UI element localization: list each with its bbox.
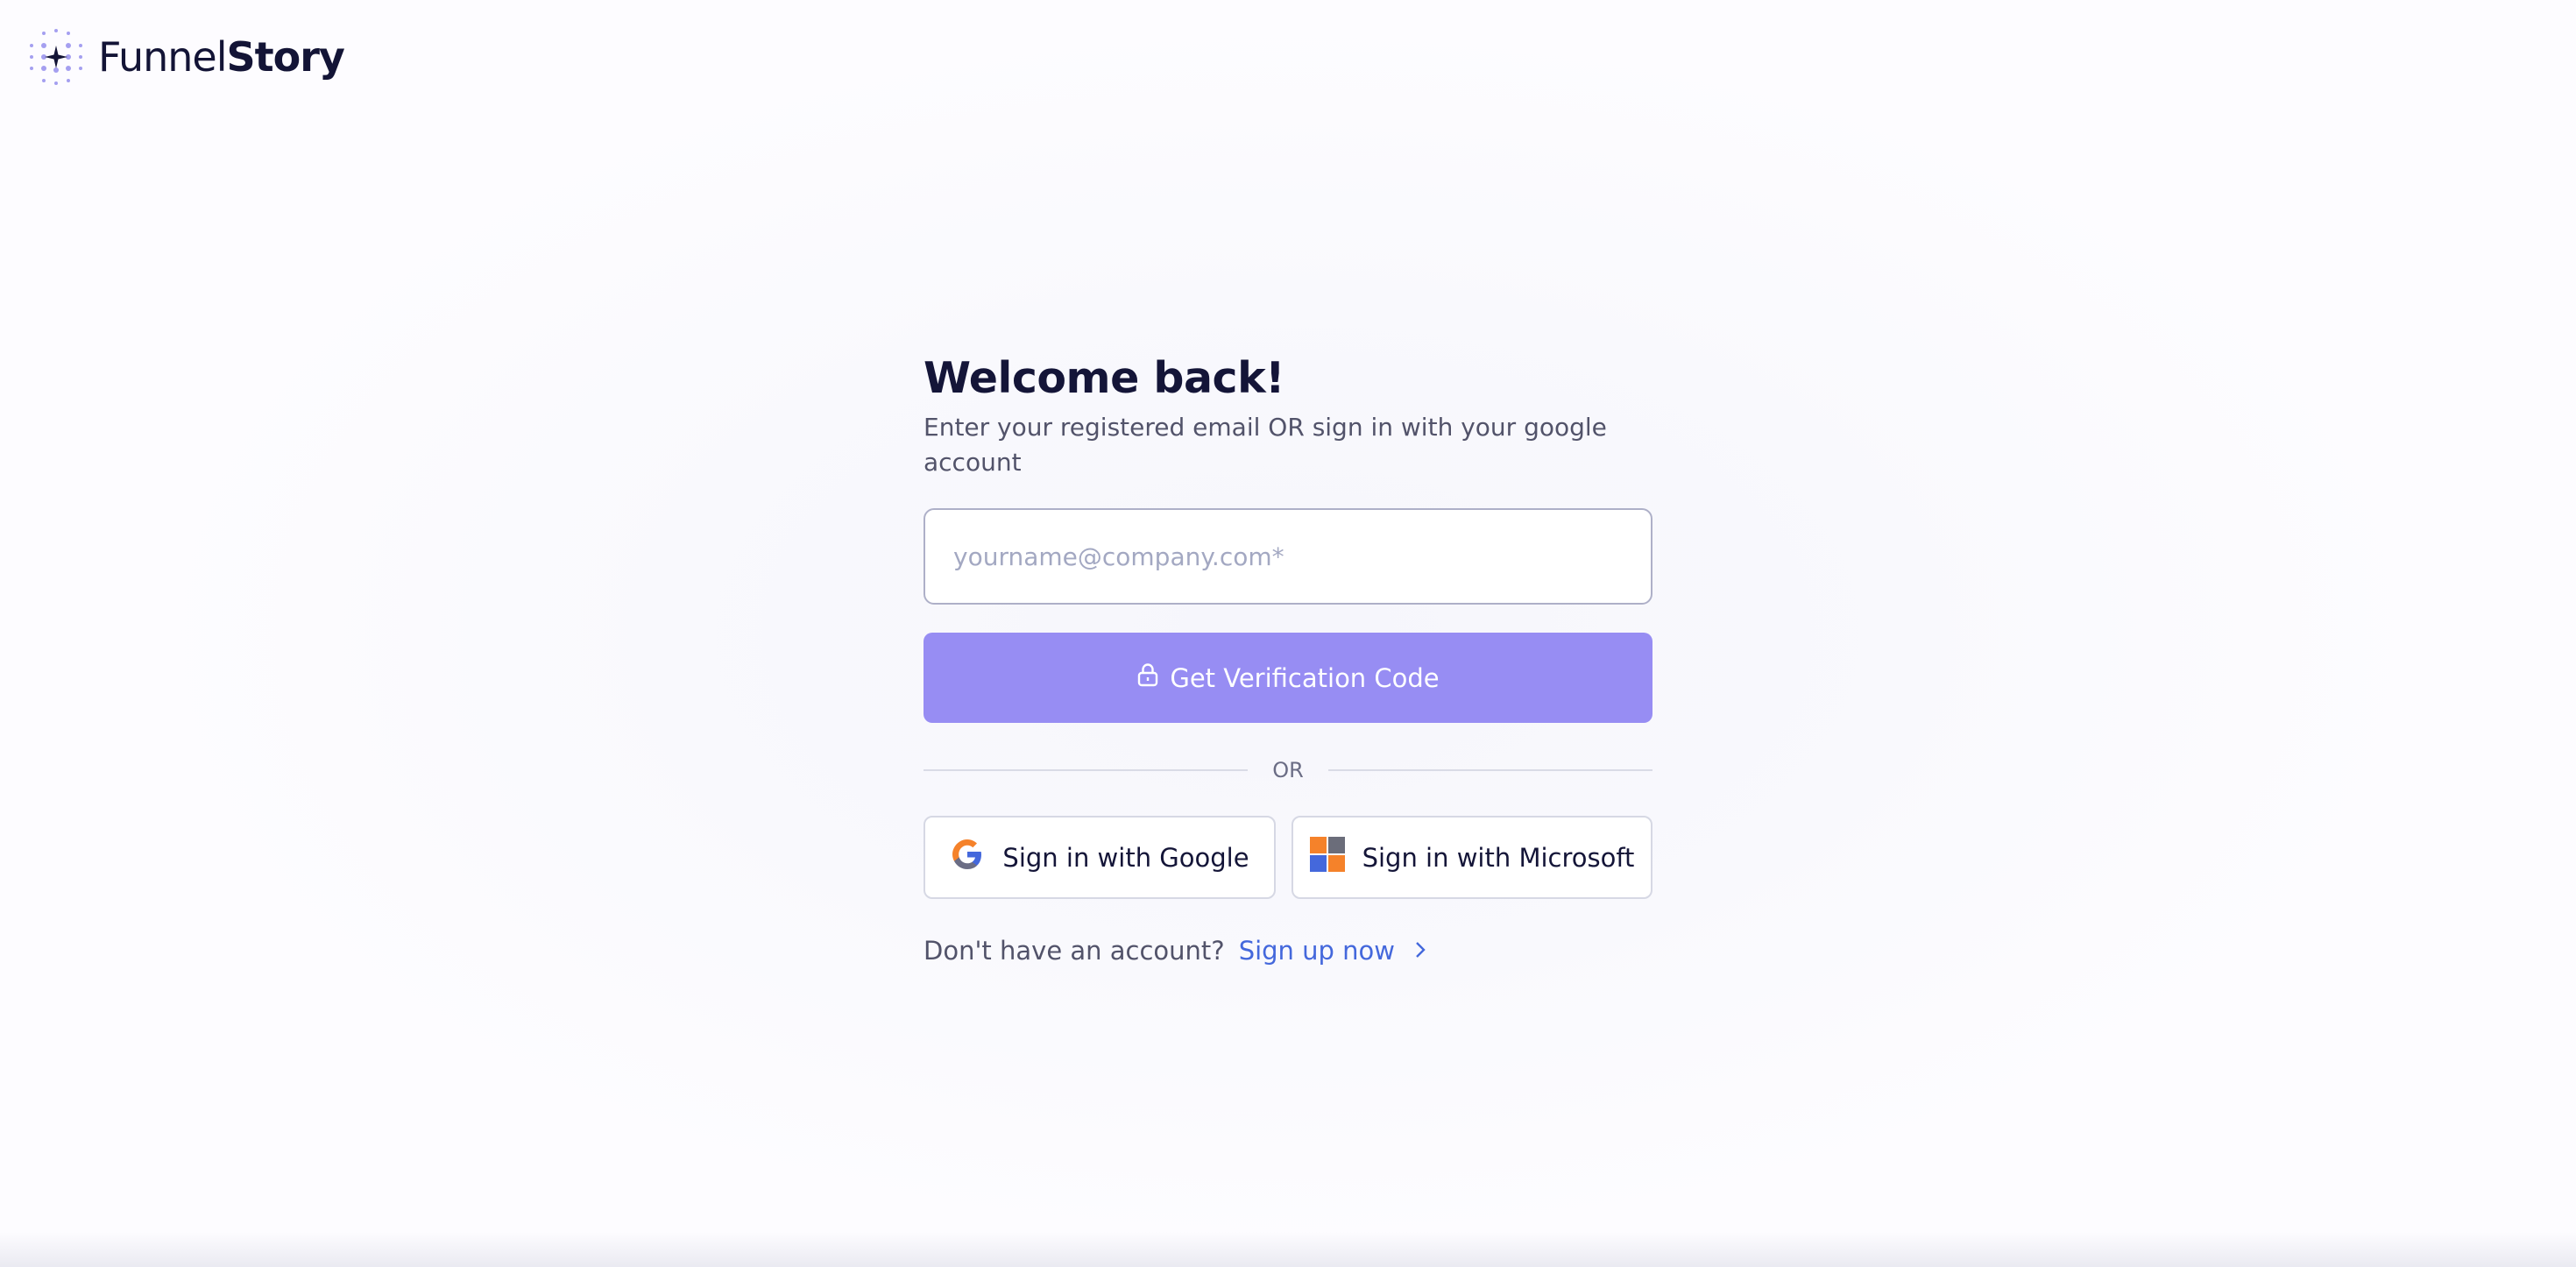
get-verification-code-label: Get Verification Code (1170, 662, 1440, 693)
chevron-right-icon (1414, 936, 1426, 966)
page-subtitle: Enter your registered email OR sign in w… (924, 413, 1607, 477)
brand-name-regular: Funnel (98, 33, 227, 81)
divider-line-left (924, 769, 1249, 771)
brand-wordmark: FunnelStory (98, 33, 345, 81)
divider-line-right (1327, 769, 1653, 771)
lock-icon (1136, 662, 1159, 693)
dot-grid-sparkle-icon (26, 26, 86, 88)
brand-name-bold: Story (226, 33, 345, 81)
microsoft-button-label: Sign in with Microsoft (1362, 842, 1635, 873)
signup-row: Don't have an account? Sign up now (924, 936, 1652, 966)
microsoft-icon (1309, 837, 1345, 878)
google-button-label: Sign in with Google (1002, 842, 1249, 873)
signup-prompt: Don't have an account? (924, 936, 1225, 966)
social-sign-in-row: Sign in with Google Sign in with Microso… (924, 816, 1652, 899)
sign-in-with-microsoft-button[interactable]: Sign in with Microsoft (1292, 816, 1652, 899)
sign-up-link-label: Sign up now (1238, 936, 1396, 966)
get-verification-code-button[interactable]: Get Verification Code (924, 633, 1652, 723)
page-title: Welcome back! (924, 353, 1285, 403)
sign-in-with-google-button[interactable]: Sign in with Google (924, 816, 1276, 899)
divider-label: OR (1272, 758, 1304, 782)
brand-logo[interactable]: FunnelStory (26, 26, 345, 88)
login-card: Welcome back! Enter your registered emai… (924, 350, 1653, 966)
or-divider: OR (924, 758, 1653, 782)
sign-up-link[interactable]: Sign up now (1239, 936, 1426, 966)
google-g-icon (950, 837, 985, 878)
email-field[interactable] (924, 508, 1652, 605)
bottom-shade (0, 1232, 2576, 1267)
